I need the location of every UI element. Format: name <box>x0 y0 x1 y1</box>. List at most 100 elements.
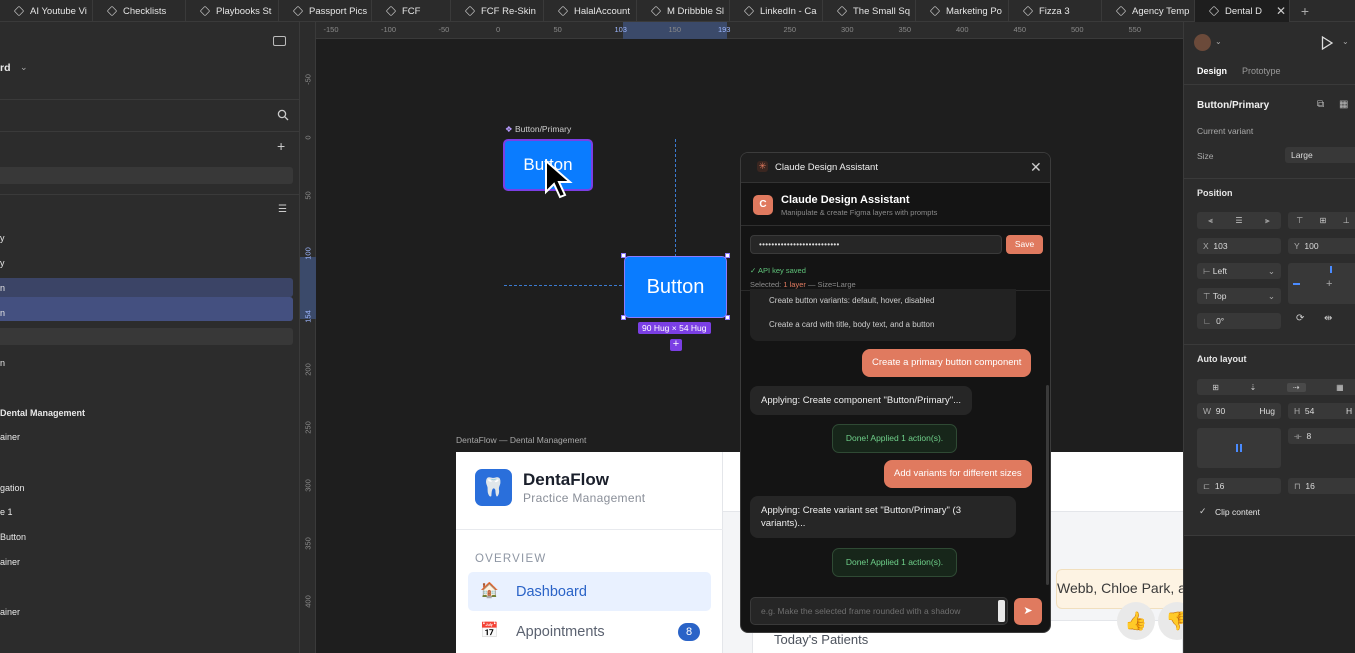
divider <box>1184 178 1355 179</box>
browser-tab[interactable]: AI Youtube Vi <box>0 0 93 22</box>
horizontal-constraint-select[interactable]: ⊢ Left ⌄ <box>1197 263 1281 279</box>
layer-item[interactable]: Dental Management <box>0 408 85 418</box>
ruler-tick: 400 <box>303 595 313 608</box>
browser-tab[interactable]: Agency Temp <box>1102 0 1195 22</box>
new-tab-button[interactable]: + <box>1290 0 1320 21</box>
grid-icon[interactable]: ▦ <box>1339 99 1348 110</box>
rotate-icon[interactable]: ⟳ <box>1296 313 1304 324</box>
layer-options-icon[interactable]: ☰ <box>278 204 287 215</box>
browser-tab[interactable]: Playbooks St <box>186 0 279 22</box>
browser-tab[interactable]: Dental D ✕ <box>1195 0 1290 22</box>
align-right-icon[interactable]: ⫸ <box>1265 216 1270 226</box>
chat-scrollbar[interactable] <box>1046 385 1049 585</box>
avatar[interactable] <box>1194 34 1211 51</box>
save-button[interactable]: Save <box>1006 235 1043 254</box>
figma-file-icon <box>292 5 304 17</box>
thumbs-down-icon: 👎 <box>1165 610 1183 631</box>
search-icon[interactable] <box>277 109 289 121</box>
browser-tab[interactable]: LinkedIn - Ca <box>730 0 823 22</box>
align-bottom-icon[interactable]: ⊥ <box>1343 216 1350 225</box>
nav-item-appointments[interactable]: 📅 Appointments 8 <box>468 614 711 650</box>
chevron-down-icon[interactable]: ⌄ <box>1215 37 1222 46</box>
close-tab-icon[interactable]: ✕ <box>1276 4 1286 18</box>
size-label: Size <box>1197 151 1214 161</box>
width-field[interactable]: W 90 Hug <box>1197 403 1281 419</box>
layer-item[interactable]: n <box>0 283 5 293</box>
x-field[interactable]: X 103 <box>1197 238 1281 254</box>
browser-tab[interactable]: Checklists <box>93 0 186 22</box>
page-item-selected[interactable] <box>0 167 293 184</box>
component-settings-icon[interactable]: ⧉ <box>1317 99 1324 110</box>
browser-tab[interactable]: Passport Pics <box>279 0 372 22</box>
suggestion-item[interactable]: Create a card with title, body text, and… <box>769 320 934 329</box>
align-top-icon[interactable]: ⊤ <box>1296 216 1303 225</box>
vertical-constraint-select[interactable]: ⊤ Top ⌄ <box>1197 288 1281 304</box>
add-page-icon[interactable]: + <box>277 138 285 154</box>
layout-grid-icon[interactable]: ▦ <box>1336 383 1344 392</box>
align-left-icon[interactable]: ⫷ <box>1208 216 1213 226</box>
constraint-icon: ⊢ <box>1203 266 1211 276</box>
file-title[interactable]: rd <box>0 62 11 74</box>
chevron-down-icon[interactable]: ⌄ <box>20 62 28 73</box>
api-key-input[interactable]: •••••••••••••••••••••••••• <box>750 235 1002 254</box>
figma-file-icon <box>650 5 662 17</box>
rotation-field[interactable]: ∟ 0° <box>1197 313 1281 329</box>
size-select[interactable]: Large <box>1285 147 1355 163</box>
prompt-input[interactable]: e.g. Make the selected frame rounded wit… <box>750 597 1008 625</box>
layout-horizontal-icon[interactable]: ⇢ <box>1286 382 1306 392</box>
layer-item[interactable]: n <box>0 308 5 318</box>
browser-tab[interactable]: Fizza 3 <box>1009 0 1102 22</box>
add-auto-layout-icon[interactable]: + <box>670 339 682 351</box>
present-play-icon[interactable] <box>1321 36 1333 50</box>
figma-file-icon <box>743 5 755 17</box>
tab-prototype[interactable]: Prototype <box>1242 66 1281 76</box>
layer-item[interactable]: ainer <box>0 607 20 617</box>
appointments-count-badge: 8 <box>678 623 700 641</box>
layer-item[interactable]: n <box>0 358 5 368</box>
align-middle-icon[interactable]: ⊞ <box>1320 216 1327 225</box>
panel-toggle-icon[interactable] <box>273 36 286 46</box>
browser-tab[interactable]: M Dribbble Sl <box>637 0 730 22</box>
send-button[interactable]: ➤ <box>1014 598 1042 625</box>
frame-label[interactable]: DentaFlow — Dental Management <box>456 435 586 445</box>
tab-design[interactable]: Design <box>1197 66 1227 76</box>
nav-item-dashboard[interactable]: 🏠 Dashboard <box>468 572 711 611</box>
resize-handle[interactable] <box>621 315 626 320</box>
resize-handle[interactable] <box>725 253 730 258</box>
browser-tab[interactable]: The Small Sq <box>823 0 916 22</box>
suggestion-item[interactable]: Create button variants: default, hover, … <box>769 296 934 305</box>
layer-item[interactable]: ainer <box>0 432 20 442</box>
figma-file-icon <box>1022 5 1034 17</box>
vertical-padding-field[interactable]: ⊓ 16 <box>1288 478 1355 494</box>
horizontal-padding-field[interactable]: ⊏ 16 <box>1197 478 1281 494</box>
chevron-down-icon[interactable]: ⌄ <box>1342 37 1349 46</box>
checkbox-checked-icon[interactable]: ✓ <box>1199 506 1207 517</box>
resize-handle[interactable] <box>621 253 626 258</box>
layer-item[interactable]: Button <box>0 532 26 542</box>
gap-field[interactable]: ⟛ 8 <box>1288 428 1355 444</box>
layer-item[interactable]: y <box>0 258 5 268</box>
browser-tab[interactable]: FCF <box>372 0 451 22</box>
browser-tab[interactable]: Marketing Po <box>916 0 1009 22</box>
input-scrollbar[interactable] <box>998 600 1005 622</box>
large-button-variant[interactable]: Button <box>624 256 727 318</box>
close-icon[interactable]: ✕ <box>1030 159 1042 176</box>
align-center-icon[interactable]: ☰ <box>1235 216 1242 225</box>
layer-item[interactable]: e 1 <box>0 507 13 517</box>
flip-horizontal-icon[interactable]: ⇹ <box>1324 313 1332 324</box>
ruler-tick: 400 <box>956 25 969 34</box>
layout-wrap-icon[interactable]: ⊞ <box>1212 383 1219 392</box>
height-field[interactable]: H 54 H <box>1288 403 1355 419</box>
browser-tab[interactable]: FCF Re-Skin <box>451 0 544 22</box>
alignment-grid[interactable] <box>1197 428 1281 468</box>
layout-vertical-icon[interactable]: ⇣ <box>1250 383 1257 392</box>
layer-item[interactable]: gation <box>0 483 25 493</box>
layer-item[interactable]: ainer <box>0 557 20 567</box>
component-label[interactable]: ❖ Button/Primary <box>505 124 571 135</box>
thumbs-up-button[interactable]: 👍 <box>1117 602 1155 640</box>
constraints-widget[interactable]: + <box>1288 263 1355 304</box>
browser-tab[interactable]: HalalAccount <box>544 0 637 22</box>
layer-item[interactable]: y <box>0 233 5 243</box>
resize-handle[interactable] <box>725 315 730 320</box>
y-field[interactable]: Y 100 <box>1288 238 1355 254</box>
